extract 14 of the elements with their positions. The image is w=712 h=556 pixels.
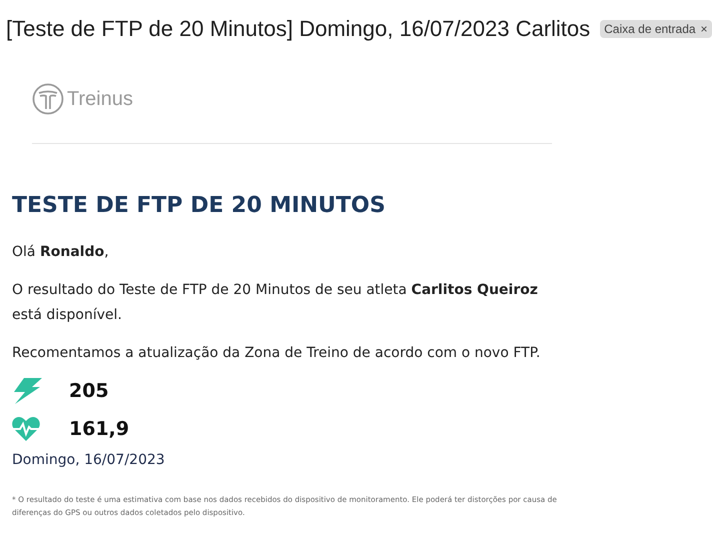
email-subject: [Teste de FTP de 20 Minutos] Domingo, 16/07/2023 Carlitos bbox=[6, 15, 590, 43]
remove-label-button[interactable]: × bbox=[700, 20, 708, 38]
email-heading: TESTE DE FTP DE 20 MINUTOS bbox=[12, 192, 386, 220]
heartbeat-icon bbox=[12, 417, 40, 441]
lightning-icon bbox=[12, 378, 42, 404]
metric-value: 161,9 bbox=[69, 416, 130, 442]
paragraph: Recomentamos a atualização da Zona de Treino de acordo com o novo FTP. bbox=[12, 344, 542, 363]
logo-icon bbox=[32, 83, 64, 115]
date-text: Domingo, 16/07/2023 bbox=[12, 451, 166, 470]
logo-text: Treinus bbox=[67, 87, 133, 112]
label-text: Caixa de entrada bbox=[604, 21, 696, 38]
metric-value: 205 bbox=[69, 378, 109, 404]
paragraph: O resultado do Teste de FTP de 20 Minutos de seu atleta Carlitos Queiroz está disponível. bbox=[12, 281, 539, 325]
paragraph: Olá Ronaldo, bbox=[12, 243, 110, 262]
